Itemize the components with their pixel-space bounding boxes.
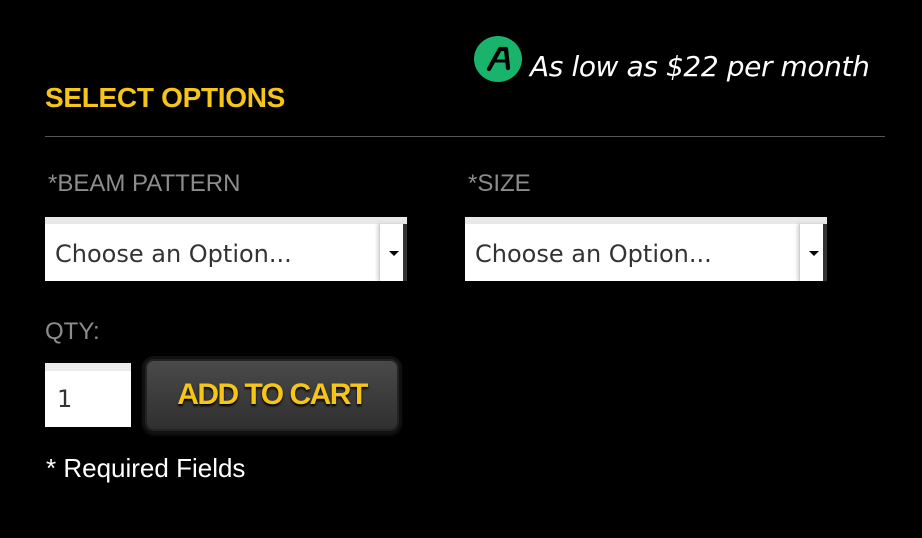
- beam-pattern-value: Choose an Option...: [55, 240, 292, 268]
- qty-label: QTY:: [45, 318, 100, 345]
- financing-text: As low as $22 per month: [530, 50, 870, 83]
- required-fields-note: * Required Fields: [46, 453, 246, 483]
- chevron-down-icon: [799, 224, 827, 281]
- size-label: *SIZE: [468, 170, 531, 197]
- beam-pattern-select[interactable]: Choose an Option...: [45, 217, 407, 281]
- divider: [45, 136, 885, 137]
- size-value: Choose an Option...: [475, 240, 712, 268]
- affirm-logo-icon: [474, 36, 522, 82]
- qty-input[interactable]: [45, 363, 131, 427]
- select-options-title: SELECT OPTIONS: [45, 82, 286, 113]
- add-to-cart-button[interactable]: ADD TO CART: [142, 356, 402, 434]
- chevron-down-icon: [379, 224, 407, 281]
- beam-pattern-label: *BEAM PATTERN: [48, 170, 241, 197]
- size-select[interactable]: Choose an Option...: [465, 217, 827, 281]
